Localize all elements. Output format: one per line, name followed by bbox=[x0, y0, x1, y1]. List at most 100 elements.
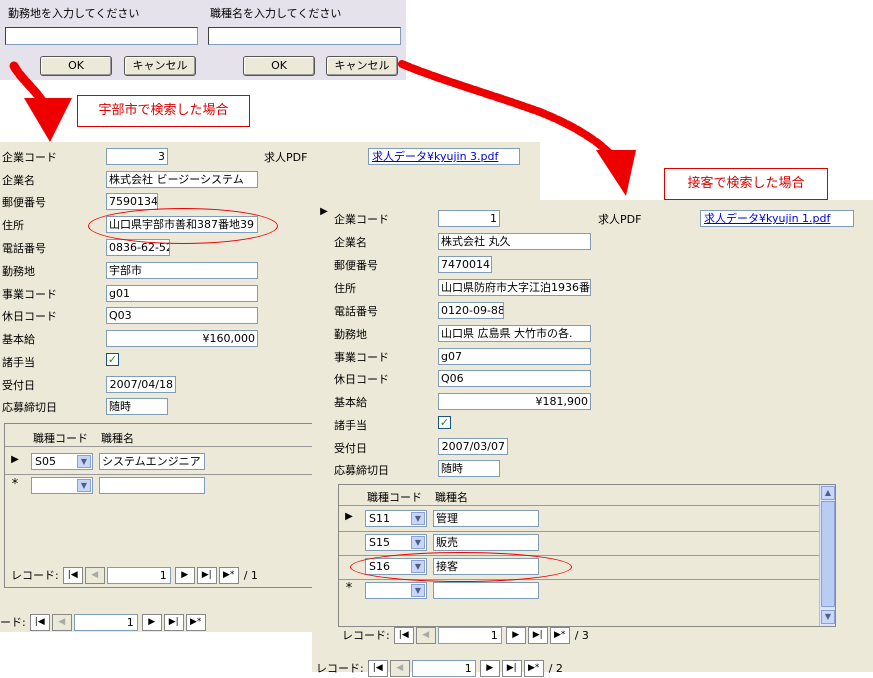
scrollbar-thumb[interactable] bbox=[821, 501, 835, 607]
base-salary-field[interactable]: ¥181,900 bbox=[438, 393, 591, 410]
job-prompt-title: 職種名を入力してください bbox=[210, 7, 342, 20]
label-allowance: 諸手当 bbox=[334, 419, 367, 432]
record-label: レコード: bbox=[342, 629, 390, 642]
job-name-field[interactable]: システムエンジニア bbox=[99, 453, 205, 470]
chevron-up-icon[interactable]: ▲ bbox=[821, 486, 835, 500]
label-pdf: 求人PDF bbox=[598, 213, 642, 226]
company-code-field[interactable]: 3 bbox=[106, 148, 168, 165]
chevron-down-icon[interactable]: ▼ bbox=[77, 479, 91, 492]
input-prompt-panel: 勤務地を入力してください OK キャンセル 職種名を入力してください OK キャ… bbox=[0, 0, 406, 80]
deadline-field[interactable]: 随時 bbox=[438, 460, 500, 477]
label-deadline: 応募締切日 bbox=[2, 401, 57, 414]
record-number-field[interactable]: 1 bbox=[73, 613, 138, 631]
current-record-indicator: ▶ bbox=[11, 454, 19, 465]
workplace-field[interactable]: 宇部市 bbox=[106, 262, 258, 279]
allowance-checkbox[interactable]: ✓ bbox=[106, 353, 119, 366]
location-cancel-button[interactable]: キャンセル bbox=[124, 56, 196, 76]
label-base-salary: 基本給 bbox=[2, 333, 35, 346]
last-record-button[interactable]: ▶| bbox=[196, 566, 217, 584]
new-record-button[interactable]: ▶* bbox=[523, 659, 544, 677]
postal-field[interactable]: 7590134 bbox=[106, 193, 158, 210]
pdf-link[interactable]: 求人データ¥kyujin 1.pdf bbox=[700, 210, 854, 227]
business-code-field[interactable]: g01 bbox=[106, 285, 258, 302]
next-record-button[interactable]: ▶ bbox=[141, 613, 162, 631]
job-name-field[interactable]: 管理 bbox=[433, 510, 539, 527]
subform-divider bbox=[339, 505, 819, 506]
postal-field[interactable]: 7470014 bbox=[438, 256, 492, 273]
record-number-field[interactable]: 1 bbox=[106, 566, 171, 584]
arrow-head-service bbox=[596, 150, 636, 196]
company-name-field[interactable]: 株式会社 ビージーシステム bbox=[106, 171, 258, 188]
allowance-checkbox[interactable]: ✓ bbox=[438, 416, 451, 429]
label-phone: 電話番号 bbox=[2, 242, 46, 255]
new-record-indicator: * bbox=[11, 477, 19, 492]
job-code-value: S15 bbox=[369, 536, 390, 549]
new-record-button[interactable]: ▶* bbox=[218, 566, 239, 584]
new-record-button[interactable]: ▶* bbox=[549, 626, 570, 644]
received-date-field[interactable]: 2007/04/18 bbox=[106, 376, 176, 393]
last-record-button[interactable]: ▶| bbox=[527, 626, 548, 644]
service-search-callout: 接客で検索した場合 bbox=[664, 168, 828, 200]
pdf-link[interactable]: 求人データ¥kyujin 3.pdf bbox=[368, 148, 520, 165]
next-record-button[interactable]: ▶ bbox=[174, 566, 195, 584]
company-code-field[interactable]: 1 bbox=[438, 210, 500, 227]
address-field[interactable]: 山口県防府市大字江泊1936番 bbox=[438, 279, 591, 296]
subform-divider bbox=[5, 446, 315, 447]
record-total: / 3 bbox=[574, 628, 589, 642]
label-postal: 郵便番号 bbox=[334, 259, 378, 272]
received-date-field[interactable]: 2007/03/07 bbox=[438, 438, 508, 455]
new-job-code-combo[interactable]: ▼ bbox=[365, 582, 427, 599]
prev-record-button[interactable]: ◀ bbox=[389, 659, 410, 677]
job-input[interactable] bbox=[208, 27, 401, 45]
last-record-button[interactable]: ▶| bbox=[163, 613, 184, 631]
record-total: / 2 bbox=[548, 661, 563, 675]
first-record-button[interactable]: |◀ bbox=[367, 659, 388, 677]
subform-scrollbar[interactable]: ▲ ▼ bbox=[819, 485, 835, 626]
chevron-down-icon[interactable]: ▼ bbox=[77, 455, 91, 468]
job-code-combo[interactable]: S15 ▼ bbox=[365, 534, 427, 551]
job-cancel-button[interactable]: キャンセル bbox=[326, 56, 398, 76]
prev-record-button[interactable]: ◀ bbox=[51, 613, 72, 631]
job-code-value: S11 bbox=[369, 512, 390, 525]
prev-record-button[interactable]: ◀ bbox=[84, 566, 105, 584]
record-number-field[interactable]: 1 bbox=[411, 659, 476, 677]
company-name-field[interactable]: 株式会社 丸久 bbox=[438, 233, 591, 250]
job-code-combo[interactable]: S11 ▼ bbox=[365, 510, 427, 527]
record-label: ード: bbox=[0, 616, 26, 629]
new-job-name-field[interactable] bbox=[99, 477, 205, 494]
label-postal: 郵便番号 bbox=[2, 196, 46, 209]
next-record-button[interactable]: ▶ bbox=[505, 626, 526, 644]
last-record-button[interactable]: ▶| bbox=[501, 659, 522, 677]
first-record-button[interactable]: |◀ bbox=[29, 613, 50, 631]
job-code-value: S05 bbox=[35, 455, 56, 468]
record-label: レコード: bbox=[316, 662, 364, 675]
new-job-code-combo[interactable]: ▼ bbox=[31, 477, 93, 494]
holiday-code-field[interactable]: Q06 bbox=[438, 370, 591, 387]
deadline-field[interactable]: 随時 bbox=[106, 398, 168, 415]
business-code-field[interactable]: g07 bbox=[438, 348, 591, 365]
location-ok-button[interactable]: OK bbox=[40, 56, 112, 76]
job-name-field[interactable]: 販売 bbox=[433, 534, 539, 551]
holiday-code-field[interactable]: Q03 bbox=[106, 307, 258, 324]
phone-field[interactable]: 0120-09-88 bbox=[438, 302, 504, 319]
record-number-field[interactable]: 1 bbox=[437, 626, 502, 644]
label-holiday-code: 休日コード bbox=[2, 310, 57, 323]
location-input[interactable] bbox=[5, 27, 198, 45]
new-record-button[interactable]: ▶* bbox=[185, 613, 206, 631]
new-job-name-field[interactable] bbox=[433, 582, 539, 599]
first-record-button[interactable]: |◀ bbox=[62, 566, 83, 584]
job-ok-button[interactable]: OK bbox=[243, 56, 315, 76]
chevron-down-icon[interactable]: ▼ bbox=[411, 536, 425, 549]
first-record-button[interactable]: |◀ bbox=[393, 626, 414, 644]
workplace-field[interactable]: 山口県 広島県 大竹市の各. bbox=[438, 325, 591, 342]
job-subform: 職種コード 職種名 ▶ S05 ▼ システムエンジニア * ▼ レコード: |◀ … bbox=[4, 423, 315, 588]
chevron-down-icon[interactable]: ▼ bbox=[411, 512, 425, 525]
next-record-button[interactable]: ▶ bbox=[479, 659, 500, 677]
base-salary-field[interactable]: ¥160,000 bbox=[106, 330, 258, 347]
subform-divider bbox=[5, 474, 315, 475]
chevron-down-icon[interactable]: ▼ bbox=[821, 610, 835, 624]
label-address: 住所 bbox=[2, 219, 24, 232]
prev-record-button[interactable]: ◀ bbox=[415, 626, 436, 644]
chevron-down-icon[interactable]: ▼ bbox=[411, 584, 425, 597]
job-code-combo[interactable]: S05 ▼ bbox=[31, 453, 93, 470]
